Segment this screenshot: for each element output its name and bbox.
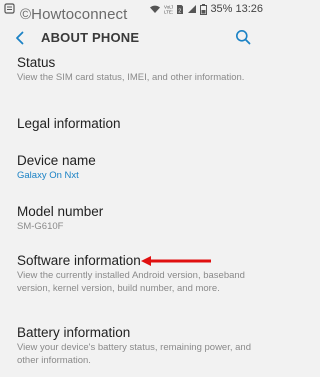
status-left xyxy=(4,3,15,14)
item-subtitle: View the currently installed Android ver… xyxy=(17,270,245,294)
notification-icon xyxy=(4,3,15,14)
list-item-battery-information[interactable]: Battery information View your device's b… xyxy=(0,322,266,372)
device-name-value: Galaxy On Nxt xyxy=(17,170,79,181)
list-item-software-information[interactable]: Software information View the currently … xyxy=(0,250,266,306)
volte-icon: VoLTE LTE1 xyxy=(164,5,173,15)
app-bar: ABOUT PHONE xyxy=(0,24,266,52)
signal-icon xyxy=(188,5,197,13)
item-subtitle: View the SIM card status, IMEI, and othe… xyxy=(17,72,245,83)
model-number-value: SM-G610F xyxy=(17,221,64,232)
list-item-device-name[interactable]: Device name Galaxy On Nxt xyxy=(0,150,266,190)
status-right: VoLTE LTE1 2 35% 13:26 xyxy=(149,3,263,15)
svg-text:2: 2 xyxy=(179,8,182,14)
svg-text:LTE1: LTE1 xyxy=(164,10,173,15)
battery-percent: 35% xyxy=(210,3,233,15)
sim-icon: 2 xyxy=(177,4,184,14)
wifi-icon xyxy=(150,5,161,13)
list-item-legal-information[interactable]: Legal information xyxy=(0,108,266,143)
watermark-text: ©Howtoconnect xyxy=(20,6,128,23)
status-bar: ©Howtoconnect VoLTE LTE1 2 35% 13:26 xyxy=(0,0,266,23)
page-title: ABOUT PHONE xyxy=(41,30,140,45)
search-icon[interactable] xyxy=(235,29,251,45)
item-title: Battery information xyxy=(17,325,131,340)
item-subtitle: View your device's battery status, remai… xyxy=(17,342,251,366)
annotation-arrow-icon xyxy=(141,256,211,266)
item-title: Device name xyxy=(17,153,96,168)
battery-icon xyxy=(200,3,208,15)
item-title: Legal information xyxy=(17,116,121,131)
item-title: Status xyxy=(17,55,56,70)
status-time: 13:26 xyxy=(235,3,263,15)
back-chevron-icon[interactable] xyxy=(12,30,28,46)
list-item-model-number[interactable]: Model number SM-G610F xyxy=(0,201,266,241)
list-item-status[interactable]: Status View the SIM card status, IMEI, a… xyxy=(0,52,266,102)
item-title: Software information xyxy=(17,253,141,268)
item-title: Model number xyxy=(17,204,104,219)
